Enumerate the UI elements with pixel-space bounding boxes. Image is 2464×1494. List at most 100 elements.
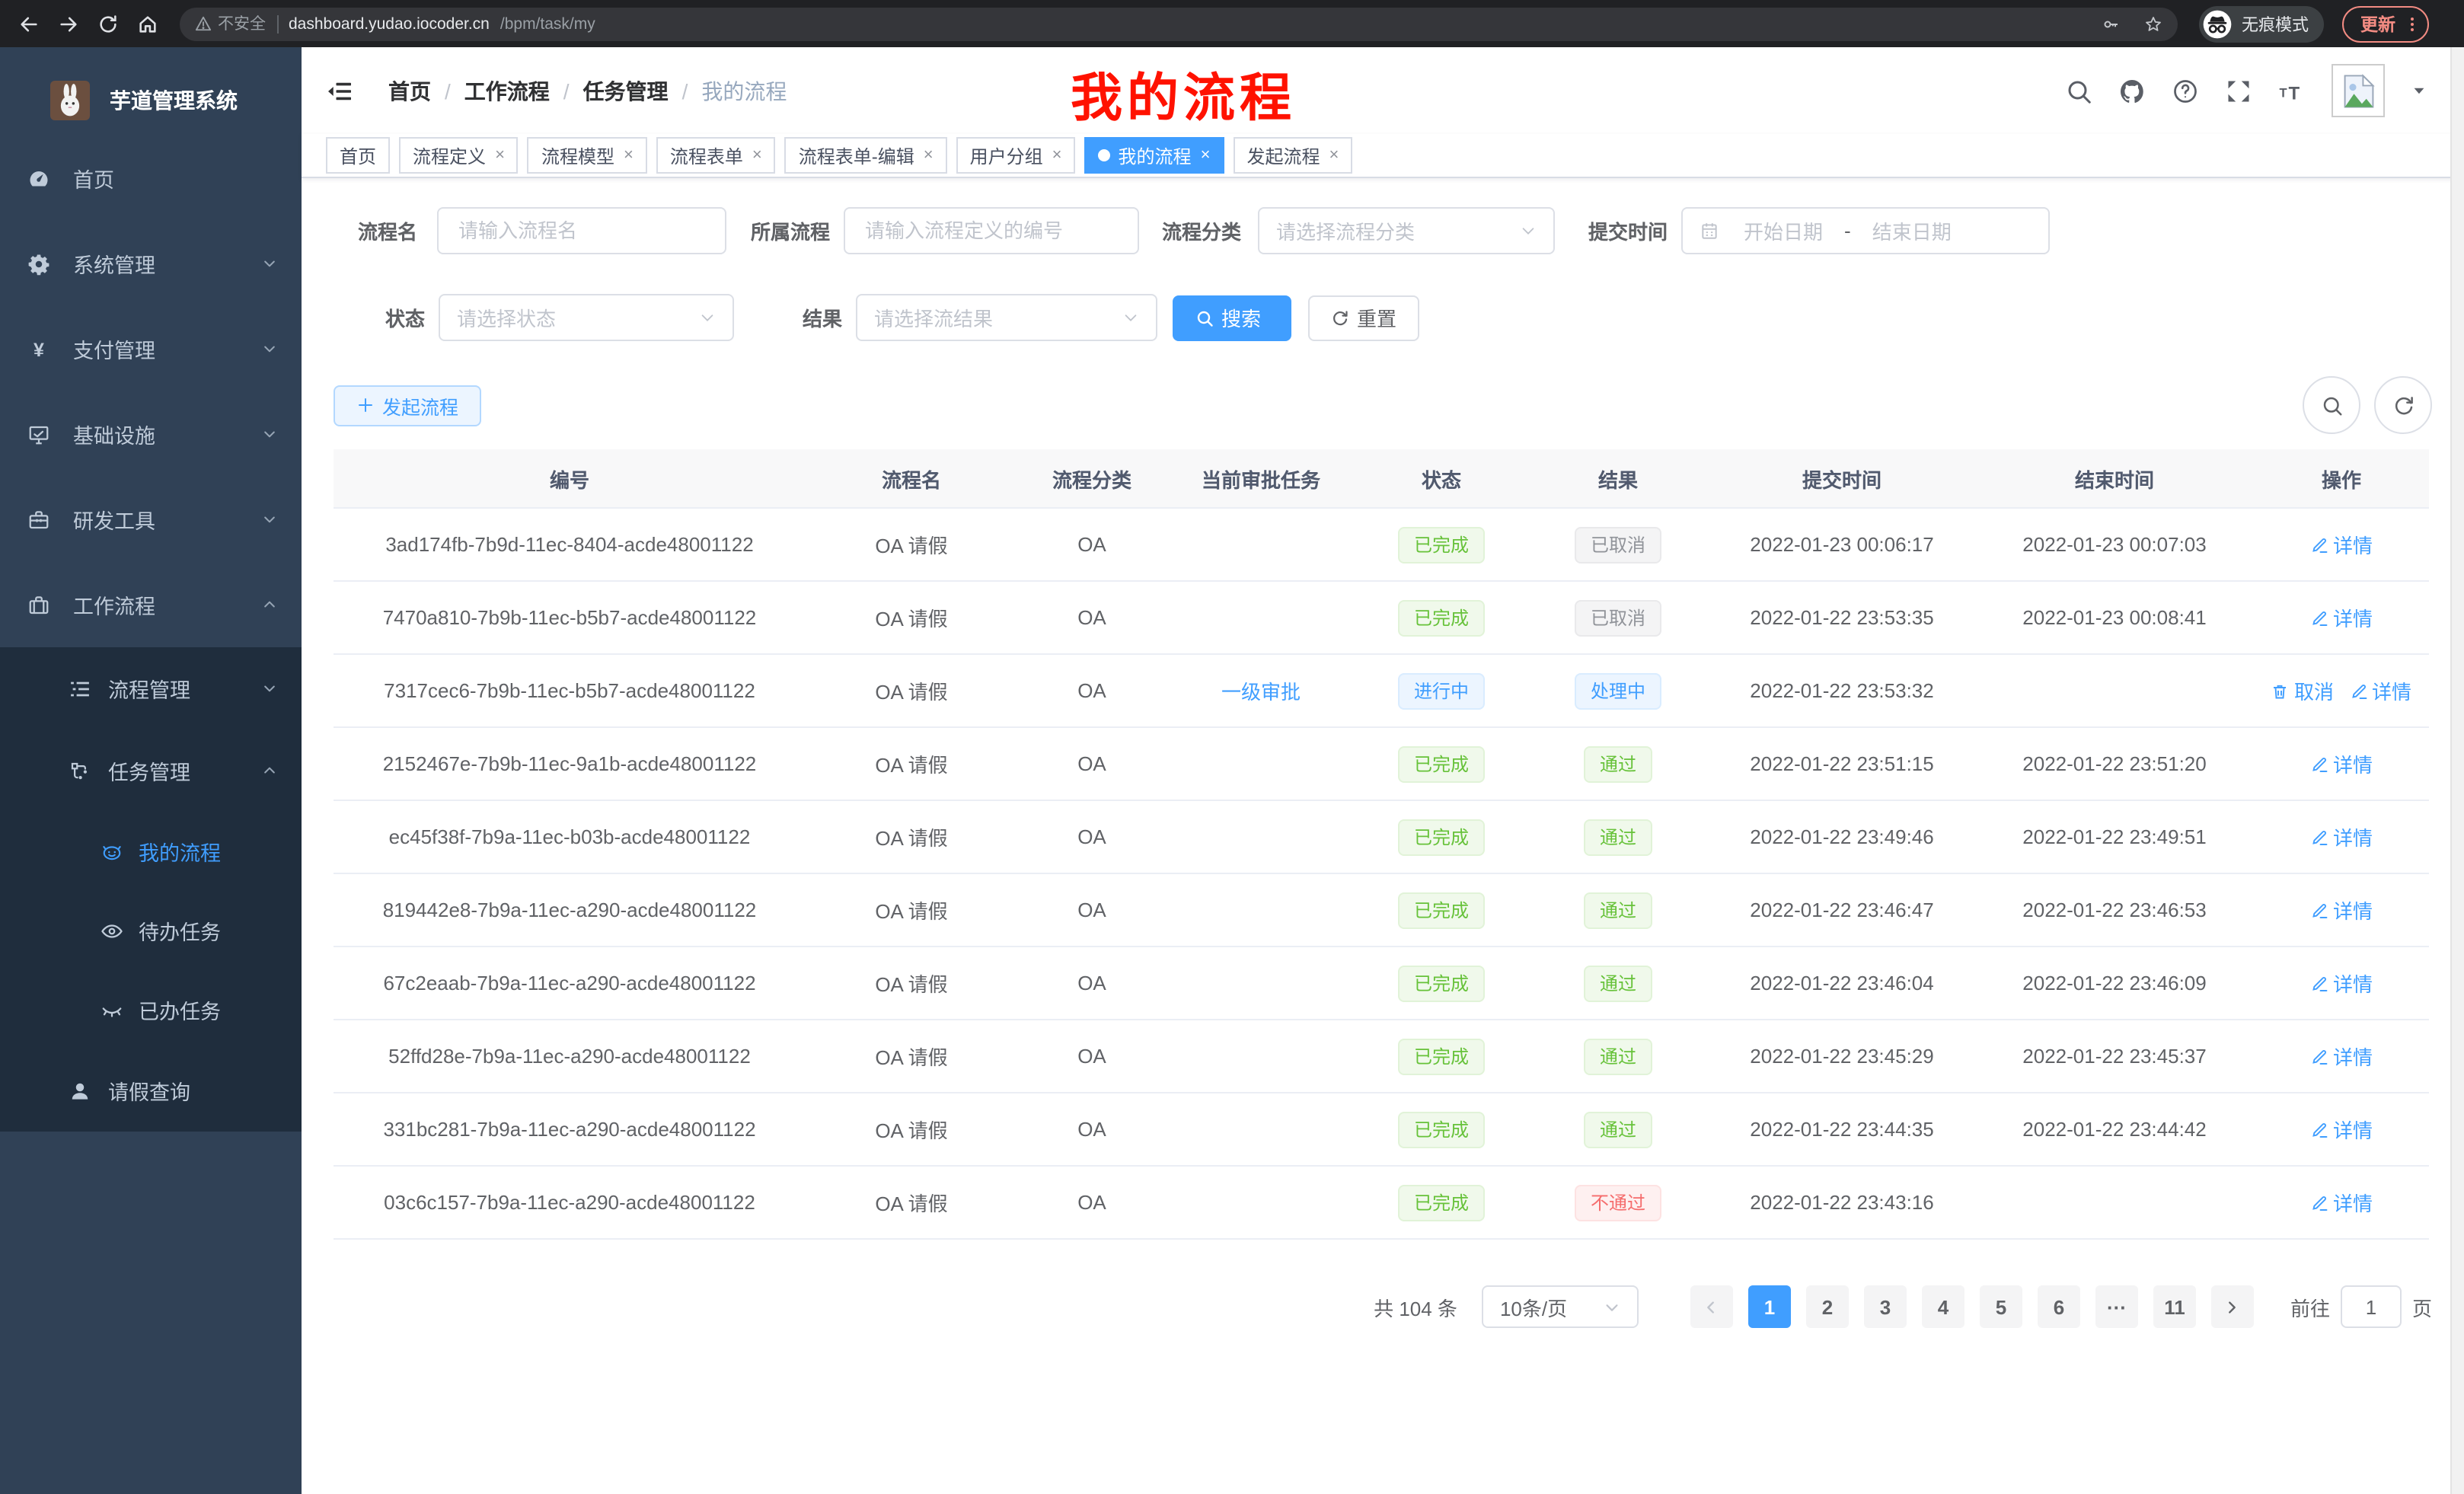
status-select[interactable]: 请选择状态 [439, 294, 734, 341]
incognito-badge[interactable]: 无痕模式 [2199, 5, 2324, 42]
cell-end-time [1975, 1166, 2254, 1239]
breadcrumb-item[interactable]: 工作流程 [464, 75, 550, 106]
tab-user-group[interactable]: 用户分组 × [956, 137, 1076, 174]
refresh-table-button[interactable] [2374, 376, 2432, 434]
tab-process-form-edit[interactable]: 流程表单-编辑 × [785, 137, 947, 174]
process-name-input-field[interactable] [455, 218, 708, 244]
scrollbar[interactable] [2450, 47, 2464, 1494]
browser-home-button[interactable] [131, 7, 164, 40]
page-size-select[interactable]: 10条/页 [1482, 1285, 1639, 1328]
sidebar-item-system[interactable]: 系统管理 [0, 221, 302, 306]
result-select[interactable]: 请选择流结果 [856, 294, 1157, 341]
detail-action-link[interactable]: 详情 [2349, 676, 2411, 705]
more-pages-button[interactable]: ··· [2095, 1285, 2138, 1328]
browser-reload-button[interactable] [91, 7, 125, 40]
toggle-search-button[interactable] [2303, 376, 2360, 434]
close-icon[interactable]: × [1201, 146, 1211, 164]
sidebar-item-home[interactable]: 首页 [0, 136, 302, 221]
action-label: 详情 [2333, 1188, 2373, 1217]
parent-process-input[interactable] [844, 207, 1139, 254]
process-name-input[interactable] [437, 207, 726, 254]
close-icon[interactable]: × [924, 146, 934, 164]
page-button-1[interactable]: 1 [1748, 1285, 1791, 1328]
app-logo[interactable]: 芋道管理系统 [0, 47, 302, 114]
start-date-placeholder[interactable]: 开始日期 [1744, 216, 1823, 245]
avatar[interactable] [2332, 64, 2385, 117]
start-process-button[interactable]: 发起流程 [334, 385, 481, 426]
breadcrumb-item[interactable]: 任务管理 [583, 75, 669, 106]
search-button[interactable]: 搜索 [1173, 295, 1291, 340]
page-button-5[interactable]: 5 [1980, 1285, 2022, 1328]
sidebar-item-leave-query[interactable]: 请假查询 [0, 1049, 302, 1132]
search-icon[interactable] [2065, 77, 2092, 104]
detail-action-link[interactable]: 详情 [2310, 895, 2373, 924]
tab-label: 流程表单-编辑 [799, 142, 914, 168]
sidebar: 芋道管理系统 首页 系统管理 ¥ 支付管理 基础设施 研发工具 [0, 47, 302, 1494]
home-icon [137, 13, 158, 34]
sidebar-item-workflow[interactable]: 工作流程 [0, 562, 302, 647]
sidebar-item-done-tasks[interactable]: 已办任务 [0, 970, 302, 1049]
browser-forward-button[interactable] [52, 7, 85, 40]
sidebar-item-devtools[interactable]: 研发工具 [0, 477, 302, 562]
github-icon[interactable] [2118, 77, 2146, 104]
sidebar-item-infrastructure[interactable]: 基础设施 [0, 391, 302, 477]
task-link[interactable]: 一级审批 [1221, 676, 1301, 705]
font-size-icon[interactable]: TT [2278, 77, 2306, 104]
detail-action-link[interactable]: 详情 [2310, 749, 2373, 778]
tab-home[interactable]: 首页 [326, 137, 390, 174]
close-icon[interactable]: × [495, 146, 505, 164]
tab-process-definition[interactable]: 流程定义 × [399, 137, 519, 174]
address-bar[interactable]: 不安全 dashboard.yudao.iocoder.cn/bpm/task/… [180, 7, 2178, 40]
close-icon[interactable]: × [1052, 146, 1062, 164]
close-icon[interactable]: × [752, 146, 762, 164]
tab-my-process[interactable]: 我的流程 × [1085, 137, 1224, 174]
sidebar-item-my-process[interactable]: 我的流程 [0, 812, 302, 891]
breadcrumb-item[interactable]: 首页 [388, 75, 431, 106]
sidebar-item-process-mgmt[interactable]: 流程管理 [0, 647, 302, 729]
browser-back-button[interactable] [12, 7, 46, 40]
sidebar-fold-icon[interactable] [324, 75, 355, 106]
tab-process-model[interactable]: 流程模型 × [528, 137, 647, 174]
key-icon[interactable] [2102, 14, 2120, 33]
reset-button[interactable]: 重置 [1308, 295, 1419, 340]
status-badge: 通过 [1585, 1111, 1652, 1148]
bookmark-star-icon[interactable] [2144, 14, 2162, 33]
tab-process-form[interactable]: 流程表单 × [656, 137, 776, 174]
detail-action-link[interactable]: 详情 [2310, 1115, 2373, 1144]
page-button-2[interactable]: 2 [1806, 1285, 1849, 1328]
submit-time-range-picker[interactable]: 开始日期 - 结束日期 [1681, 207, 2050, 254]
page-button-3[interactable]: 3 [1864, 1285, 1907, 1328]
sidebar-item-label: 研发工具 [73, 504, 155, 535]
cancel-action-link[interactable]: 取消 [2271, 676, 2334, 705]
detail-action-link[interactable]: 详情 [2310, 530, 2373, 559]
category-select[interactable]: 请选择流程分类 [1258, 207, 1555, 254]
page-button-4[interactable]: 4 [1922, 1285, 1964, 1328]
cell-status: 已完成 [1355, 581, 1527, 654]
close-icon[interactable]: × [1329, 146, 1339, 164]
sidebar-item-todo-tasks[interactable]: 待办任务 [0, 891, 302, 970]
caret-down-icon[interactable] [2411, 82, 2427, 99]
browser-update-button[interactable]: 更新 [2342, 5, 2429, 42]
security-indicator[interactable]: 不安全 [195, 12, 266, 35]
page-button-6[interactable]: 6 [2038, 1285, 2080, 1328]
tab-start-process[interactable]: 发起流程 × [1233, 137, 1352, 174]
detail-action-link[interactable]: 详情 [2310, 603, 2373, 632]
parent-process-input-field[interactable] [862, 218, 1121, 244]
detail-action-link[interactable]: 详情 [2310, 1188, 2373, 1217]
close-icon[interactable]: × [624, 146, 634, 164]
sidebar-item-payment[interactable]: ¥ 支付管理 [0, 306, 302, 391]
prev-page-button[interactable] [1690, 1285, 1733, 1328]
menu-dots-icon[interactable] [2403, 14, 2421, 33]
page-button-11[interactable]: 11 [2153, 1285, 2196, 1328]
detail-action-link[interactable]: 详情 [2310, 1042, 2373, 1071]
end-date-placeholder[interactable]: 结束日期 [1872, 216, 1952, 245]
detail-action-link[interactable]: 详情 [2310, 822, 2373, 851]
goto-page-input[interactable] [2341, 1285, 2402, 1328]
detail-action-link[interactable]: 详情 [2310, 969, 2373, 998]
help-icon[interactable] [2172, 77, 2199, 104]
status-placeholder: 请选择状态 [457, 303, 556, 332]
next-page-button[interactable] [2211, 1285, 2254, 1328]
cell-status: 已完成 [1355, 508, 1527, 581]
fullscreen-icon[interactable] [2225, 77, 2252, 104]
sidebar-item-task-mgmt[interactable]: 任务管理 [0, 729, 302, 812]
